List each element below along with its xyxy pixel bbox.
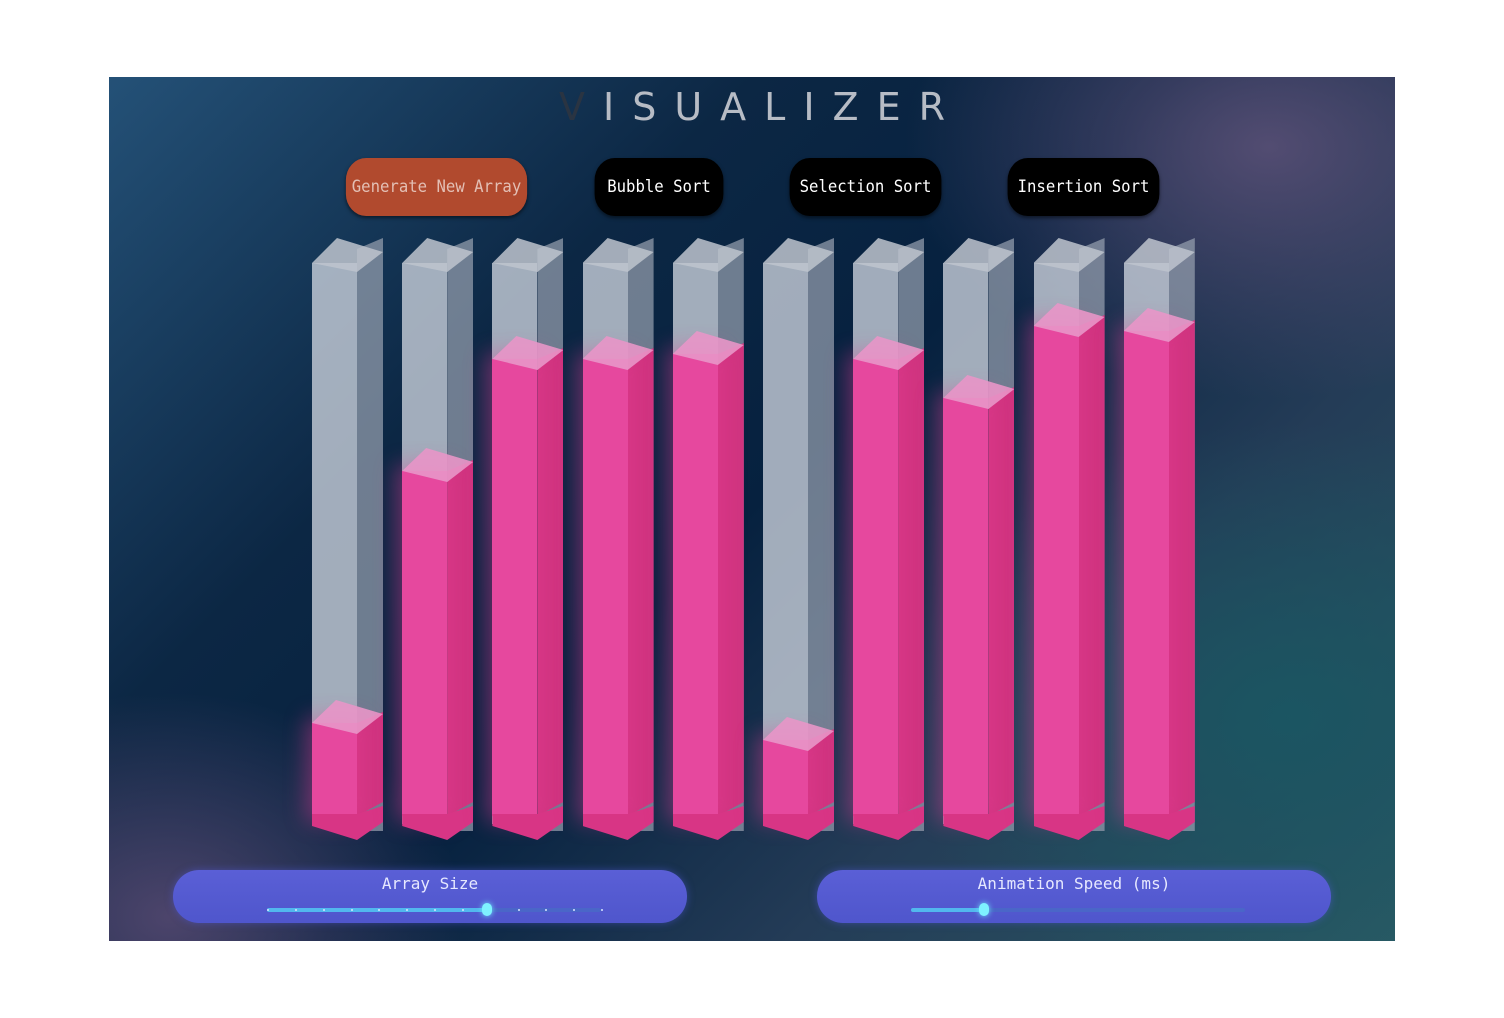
visualizer-app: VISUALIZER Generate New Array Bubble Sor… [109, 77, 1395, 941]
array-size-tick [601, 909, 603, 911]
array-size-slider-thumb[interactable] [482, 903, 493, 916]
bar-fill-front [312, 723, 357, 816]
array-bar [312, 238, 383, 842]
array-size-tick [434, 909, 436, 911]
animation-speed-slider[interactable] [911, 903, 1245, 916]
array-bar [1123, 238, 1195, 842]
array-size-tick [461, 909, 464, 911]
bar-fill-side [628, 348, 654, 816]
animation-speed-slider-thumb[interactable] [979, 903, 990, 916]
array-bar [853, 238, 925, 842]
array-bar [1033, 238, 1105, 842]
bar-fill-side [537, 348, 563, 816]
array-size-tick [545, 909, 548, 911]
bar-fill-side [898, 348, 924, 816]
array-size-panel: Array Size [173, 870, 687, 923]
array-size-tick [573, 909, 576, 911]
bar-fill-side [988, 387, 1014, 816]
animation-speed-panel: Animation Speed (ms) [817, 870, 1331, 923]
bar-fill-front [763, 740, 808, 816]
array-size-slider-fill [267, 908, 488, 912]
animation-speed-label: Animation Speed (ms) [977, 874, 1171, 893]
array-size-label: Array Size [381, 874, 479, 893]
array-bar [943, 238, 1015, 842]
array-size-tick [294, 909, 297, 911]
array-size-tick [322, 909, 325, 911]
bar-fill-front [492, 359, 538, 816]
bar-fill-side [1169, 320, 1195, 816]
array-bars [109, 77, 1395, 941]
bar-fill-front [582, 359, 628, 816]
bar-fill-front [943, 398, 989, 816]
array-size-tick [350, 909, 353, 911]
animation-speed-slider-fill [911, 908, 985, 912]
bar-fill-side [1079, 315, 1105, 816]
array-bar [582, 238, 654, 842]
bar-fill-front [402, 471, 448, 816]
bar-fill-front [1033, 326, 1079, 816]
array-bar [672, 238, 744, 842]
array-size-slider[interactable] [267, 903, 603, 916]
bar-fill-front [1123, 331, 1169, 816]
array-size-tick [517, 909, 520, 911]
bar-fill-front [672, 354, 718, 816]
array-bar [763, 238, 834, 842]
bar-fill-side [447, 460, 473, 816]
bar-fill-side [718, 343, 744, 816]
array-size-tick [267, 909, 269, 911]
bar-fill-front [853, 359, 899, 816]
array-bar [492, 238, 564, 842]
array-bar [402, 238, 474, 842]
